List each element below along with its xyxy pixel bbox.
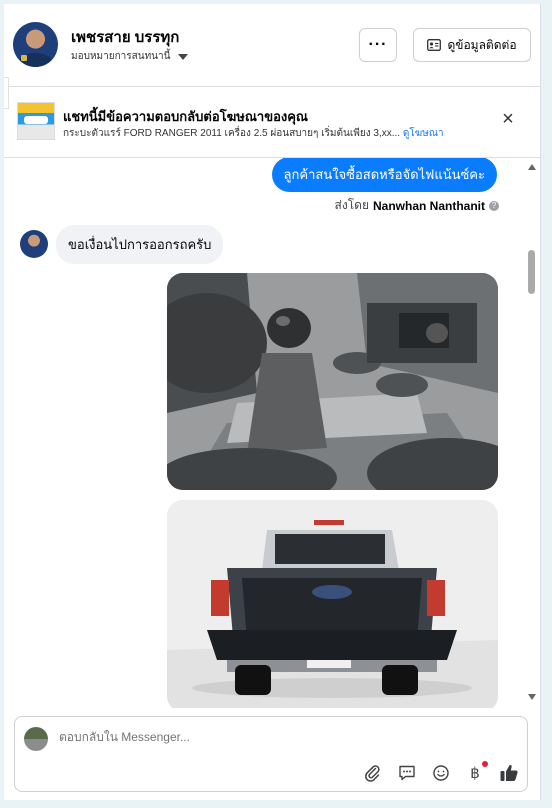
ad-description: กระบะตัวแรร์ FORD RANGER 2011 เครื่อง 2.… <box>63 128 401 139</box>
paperclip-icon[interactable] <box>363 763 383 783</box>
ad-reply-banner: แชทนี้มีข้อความตอบกลับต่อโฆษณาของคุณ กระ… <box>4 87 541 158</box>
help-icon[interactable]: ? <box>489 200 499 211</box>
baht-icon[interactable]: ฿ <box>465 761 488 783</box>
incoming-message[interactable]: ขอเงื่อนไปการออกรถครับ <box>56 225 224 264</box>
ad-thumbnail[interactable] <box>17 102 55 140</box>
side-tab-handle[interactable] <box>4 77 9 109</box>
thumbs-up-icon[interactable] <box>499 763 519 783</box>
chat-bubble-icon[interactable] <box>397 763 417 783</box>
photo-attachment-truck-bed[interactable] <box>167 500 498 708</box>
gear-shift-photo <box>167 273 498 490</box>
scroll-up-arrow-icon[interactable] <box>528 164 536 170</box>
chevron-down-icon <box>178 53 189 60</box>
composer-toolbar: ฿ <box>363 761 519 783</box>
scroll-down-arrow-icon[interactable] <box>528 694 536 700</box>
ad-banner-subtitle: กระบะตัวแรร์ FORD RANGER 2011 เครื่อง 2.… <box>63 126 444 141</box>
message-thread: ลูกค้าสนใจซื้อสดหรือจัดไฟแน้นซ์คะ ส่งโดย… <box>4 158 541 708</box>
sent-by-prefix: ส่งโดย <box>334 198 369 212</box>
view-ad-link[interactable]: ดูโฆษณา <box>403 128 444 139</box>
contact-avatar[interactable] <box>13 22 58 67</box>
close-icon[interactable]: × <box>498 109 518 129</box>
ad-banner-title: แชทนี้มีข้อความตอบกลับต่อโฆษณาของคุณ <box>63 109 308 124</box>
more-options-button[interactable]: ··· <box>359 28 397 62</box>
sender-avatar <box>20 230 48 258</box>
assign-conversation-label: มอบหมายการสนทนานี้ <box>71 51 171 62</box>
sent-by-line: ส่งโดย Nanwhan Nanthanit ? <box>335 196 499 215</box>
sent-by-name: Nanwhan Nanthanit <box>372 198 485 213</box>
outgoing-message[interactable]: ลูกค้าสนใจซื้อสดหรือจัดไฟแน้นซ์คะ <box>271 158 497 192</box>
chat-header: เพชรสาย บรรทุก มอบหมายการสนทนานี้ ··· ดู… <box>4 4 541 87</box>
view-contact-button[interactable]: ดูข้อมูลติดต่อ <box>413 28 531 62</box>
chat-panel: เพชรสาย บรรทุก มอบหมายการสนทนานี้ ··· ดู… <box>4 4 541 800</box>
reply-input[interactable] <box>59 730 459 744</box>
contact-name[interactable]: เพชรสาย บรรทุก <box>71 25 179 49</box>
more-options-label: ··· <box>368 36 388 53</box>
contact-card-icon <box>427 39 442 51</box>
view-contact-label: ดูข้อมูลติดต่อ <box>447 37 517 52</box>
scroll-thumb[interactable] <box>528 250 535 294</box>
truck-bed-photo <box>167 500 498 708</box>
notification-dot <box>482 761 488 767</box>
reply-composer: ฿ <box>14 716 528 792</box>
photo-attachment-gear-shift[interactable] <box>167 273 498 490</box>
smiley-icon[interactable] <box>431 763 451 783</box>
thread-scrollbar[interactable] <box>526 158 538 708</box>
assign-conversation-dropdown[interactable]: มอบหมายการสนทนานี้ <box>71 49 189 64</box>
page-avatar <box>24 727 48 751</box>
